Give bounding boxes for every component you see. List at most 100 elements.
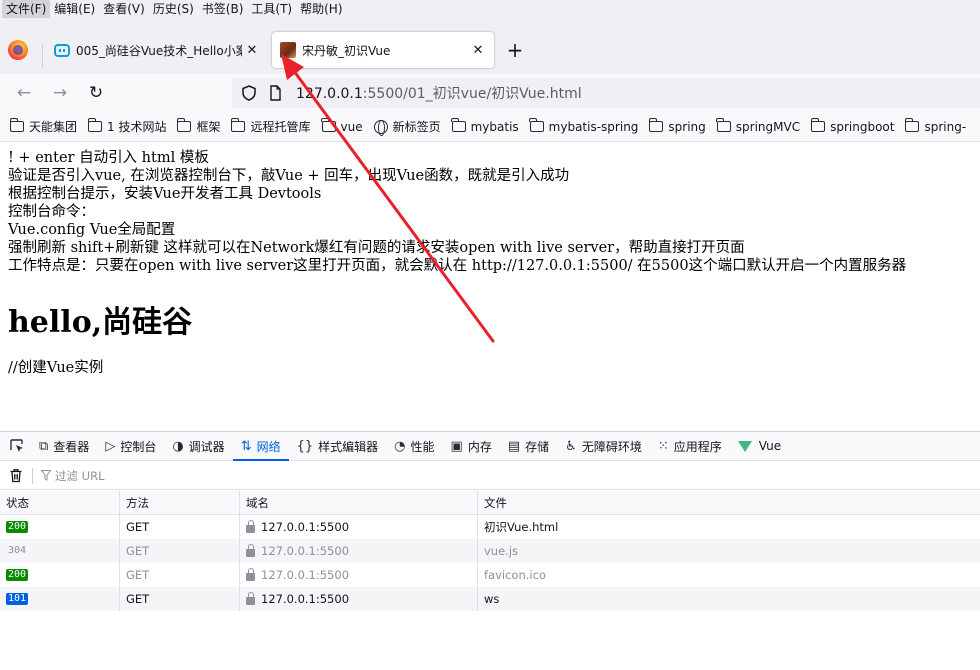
url-bar[interactable]: 127.0.0.1:5500/01_初识vue/初识Vue.html: [232, 78, 980, 108]
tab-title: 宋丹敏_初识Vue: [302, 43, 391, 58]
application-icon: ⁙: [657, 438, 669, 454]
menu-bar: 文件(F) 编辑(E) 查看(V) 历史(S) 书签(B) 工具(T) 帮助(H…: [0, 0, 980, 18]
bookmarks-bar: 天能集团 1 技术网站 框架 远程托管库 vue 新标签页 mybatis my…: [0, 112, 980, 142]
storage-icon: ▤: [507, 438, 521, 454]
table-row[interactable]: 304 GET 127.0.0.1:5500 vue.js: [0, 539, 980, 563]
avatar-icon: [280, 42, 296, 58]
folder-icon: [9, 118, 24, 132]
menu-view[interactable]: 查看(V): [99, 0, 149, 18]
status-badge: 200: [6, 521, 29, 533]
close-tab-icon[interactable]: ✕: [242, 43, 262, 58]
table-row[interactable]: 200 GET 127.0.0.1:5500 favicon.ico: [0, 563, 980, 587]
inspector-icon: ⧉: [39, 438, 49, 454]
accessibility-icon: ♿: [565, 438, 577, 454]
bookmark-item[interactable]: spring: [649, 118, 706, 134]
bookmark-item[interactable]: mybatis: [451, 118, 519, 134]
close-tab-icon[interactable]: ✕: [468, 43, 488, 58]
url-text[interactable]: 127.0.0.1:5500/01_初识vue/初识Vue.html: [296, 83, 582, 103]
forward-button[interactable]: →: [49, 83, 71, 103]
tab-accessibility[interactable]: ♿ 无障碍环境: [557, 432, 650, 461]
column-method[interactable]: 方法: [120, 491, 240, 514]
bookmark-item[interactable]: vue: [321, 118, 363, 134]
tab-style-editor[interactable]: {} 样式编辑器: [289, 432, 387, 461]
table-row[interactable]: 101 GET 127.0.0.1:5500 ws: [0, 587, 980, 611]
trash-icon[interactable]: [9, 468, 23, 483]
column-file[interactable]: 文件: [478, 491, 980, 514]
page-content: ! + enter 自动引入 html 模板 验证是否引入vue, 在浏览器控制…: [0, 143, 980, 431]
reload-button[interactable]: ↻: [85, 83, 107, 103]
bookmark-item[interactable]: 天能集团: [9, 118, 77, 135]
bookmark-item[interactable]: springboot: [810, 118, 894, 134]
network-table: 状态 方法 域名 文件 200 GET 127.0.0.1:5500 初识Vue…: [0, 491, 980, 611]
bookmark-item[interactable]: 1 技术网站: [87, 118, 166, 135]
bookmark-item[interactable]: 框架: [177, 118, 220, 135]
bookmark-item[interactable]: springMVC: [716, 118, 800, 134]
tab-memory[interactable]: ▣ 内存: [443, 432, 500, 461]
style-editor-icon: {}: [296, 438, 314, 454]
tab-storage[interactable]: ▤ 存储: [500, 432, 557, 461]
request-domain: 127.0.0.1:5500: [261, 592, 350, 606]
lock-icon: [246, 544, 255, 557]
bookmark-item[interactable]: 新标签页: [373, 118, 441, 136]
url-path: :5500/01_初识vue/初识Vue.html: [362, 86, 582, 102]
shield-icon[interactable]: [240, 84, 258, 102]
request-method: GET: [120, 563, 240, 587]
debugger-icon: ◑: [172, 438, 184, 454]
folder-icon: [177, 118, 192, 132]
menu-file[interactable]: 文件(F): [2, 0, 51, 18]
lock-icon: [246, 568, 255, 581]
tab-performance[interactable]: ◔ 性能: [386, 432, 442, 461]
menu-tools[interactable]: 工具(T): [247, 0, 296, 18]
tab-debugger[interactable]: ◑ 调试器: [164, 432, 232, 461]
element-picker-button[interactable]: [0, 432, 31, 461]
text-line: Vue.config Vue全局配置: [8, 222, 176, 238]
request-domain: 127.0.0.1:5500: [261, 520, 350, 534]
request-domain: 127.0.0.1:5500: [261, 544, 350, 558]
menu-edit[interactable]: 编辑(E): [50, 0, 99, 18]
picker-icon: [10, 439, 23, 452]
tab-active[interactable]: 宋丹敏_初识Vue ✕: [272, 32, 494, 68]
tab-console[interactable]: ▷ 控制台: [97, 432, 164, 461]
devtools-toolbar: ⧉ 查看器 ▷ 控制台 ◑ 调试器 ⇅ 网络 {} 样式编辑器 ◔ 性能 ▣ 内存 ▤ 存储 ♿…: [0, 432, 980, 461]
tab-bilibili[interactable]: 005_尚硅谷Vue技术_Hello小案 ✕: [46, 32, 268, 68]
text-line: ! + enter 自动引入 html 模板: [8, 150, 209, 166]
new-tab-button[interactable]: +: [504, 40, 526, 62]
request-file: favicon.ico: [484, 568, 546, 582]
tab-vue[interactable]: Vue: [730, 432, 789, 461]
bookmark-item[interactable]: spring-: [905, 118, 966, 134]
text-line: 工作特点是：只要在open with live server这里打开页面，就会默…: [8, 258, 907, 274]
folder-icon: [321, 118, 336, 132]
filter-icon: [41, 470, 51, 481]
tab-application[interactable]: ⁙ 应用程序: [650, 432, 730, 461]
vue-icon: [737, 440, 752, 452]
globe-icon: [373, 119, 388, 136]
bookmark-item[interactable]: mybatis-spring: [529, 118, 638, 134]
firefox-view-icon[interactable]: [8, 40, 28, 60]
menu-bookmarks[interactable]: 书签(B): [198, 0, 248, 18]
tab-inspector[interactable]: ⧉ 查看器: [31, 432, 97, 461]
folder-icon: [529, 118, 544, 132]
tab-title: 005_尚硅谷Vue技术_Hello小案: [76, 43, 242, 58]
devtools-panel: ⧉ 查看器 ▷ 控制台 ◑ 调试器 ⇅ 网络 {} 样式编辑器 ◔ 性能 ▣ 内存 ▤ 存储 ♿…: [0, 431, 980, 670]
network-icon: ⇅: [240, 438, 252, 454]
request-file: vue.js: [484, 544, 519, 558]
folder-icon: [87, 118, 103, 132]
table-row[interactable]: 200 GET 127.0.0.1:5500 初识Vue.html: [0, 515, 980, 539]
menu-help[interactable]: 帮助(H): [296, 0, 346, 18]
code-comment: //创建Vue实例: [8, 360, 104, 376]
folder-icon: [905, 118, 920, 132]
request-method: GET: [120, 587, 240, 611]
folder-icon: [716, 118, 731, 132]
table-header: 状态 方法 域名 文件: [0, 491, 980, 515]
column-status[interactable]: 状态: [0, 491, 120, 514]
request-file: ws: [484, 592, 500, 606]
menu-history[interactable]: 历史(S): [149, 0, 198, 18]
text-line: 根据控制台提示，安装Vue开发者工具 Devtools: [8, 186, 322, 202]
back-button[interactable]: ←: [13, 83, 35, 103]
bookmark-item[interactable]: 远程托管库: [231, 118, 311, 135]
filter-url-input[interactable]: 过滤 URL: [55, 468, 104, 484]
tab-separator: [42, 44, 43, 68]
tab-network[interactable]: ⇅ 网络: [232, 432, 289, 461]
page-icon[interactable]: [266, 84, 284, 102]
column-domain[interactable]: 域名: [240, 491, 478, 514]
